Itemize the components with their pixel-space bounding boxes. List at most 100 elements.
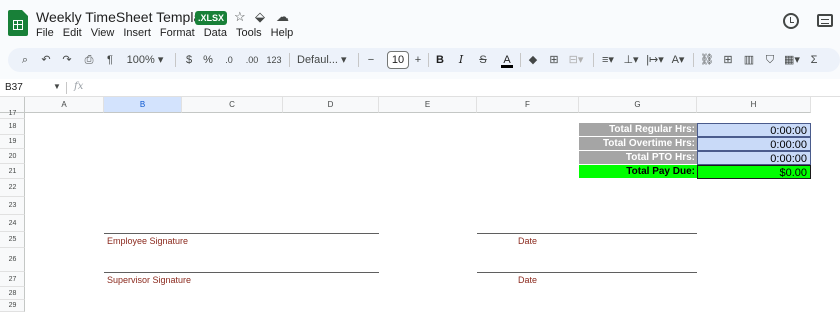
chevron-down-icon[interactable]: ▼ bbox=[53, 82, 61, 91]
employee-signature-line bbox=[104, 233, 379, 234]
formula-bar: B37 ▼ fx bbox=[0, 79, 840, 97]
toolbar: ⌕ ↶ ↷ ⎙ ¶ 100% ▾ $ % .0 .00 123 Defaul..… bbox=[8, 48, 840, 72]
employee-date-line bbox=[477, 233, 697, 234]
bold-button[interactable]: B bbox=[435, 52, 445, 68]
increase-decimal-button[interactable]: .00 bbox=[244, 52, 260, 68]
row-header-22[interactable]: 22 bbox=[0, 179, 25, 197]
row-header-24[interactable]: 24 bbox=[0, 215, 25, 232]
supervisor-signature-label: Supervisor Signature bbox=[107, 275, 192, 285]
undo-icon[interactable]: ↶ bbox=[40, 52, 52, 68]
supervisor-date-line bbox=[477, 272, 697, 273]
column-header-d[interactable]: D bbox=[283, 97, 379, 113]
toolbar-divider bbox=[693, 53, 694, 67]
file-type-badge: .XLSX bbox=[195, 11, 228, 25]
column-header-e[interactable]: E bbox=[379, 97, 477, 113]
filter-views-icon[interactable]: ▦▾ bbox=[782, 52, 802, 68]
fx-icon: fx bbox=[74, 81, 84, 92]
formula-divider bbox=[66, 82, 67, 94]
font-family-select[interactable]: Defaul... ▾ bbox=[297, 52, 353, 68]
sheets-logo-icon[interactable] bbox=[8, 10, 28, 36]
total-pto-hours-label: Total PTO Hrs: bbox=[579, 151, 697, 165]
total-overtime-hours-value[interactable]: 0:00:00 bbox=[697, 137, 811, 151]
decrease-decimal-button[interactable]: .0 bbox=[222, 52, 236, 68]
vertical-align-icon[interactable]: ⊥▾ bbox=[622, 52, 640, 68]
insert-comment-icon[interactable]: ⊞ bbox=[721, 52, 735, 68]
name-box[interactable]: B37 bbox=[5, 82, 23, 93]
menu-edit[interactable]: Edit bbox=[63, 27, 82, 39]
toolbar-divider bbox=[358, 53, 359, 67]
total-overtime-hours-label: Total Overtime Hrs: bbox=[579, 137, 697, 151]
cloud-status-icon[interactable]: ☁ bbox=[276, 9, 289, 25]
title-bar: Weekly TimeSheet Template .XLSX ☆ ⬙ ☁ Fi… bbox=[0, 0, 840, 44]
currency-format-button[interactable]: $ bbox=[184, 52, 194, 68]
number-format-button[interactable]: 123 bbox=[266, 52, 282, 68]
row-header-29[interactable]: 29 bbox=[0, 300, 25, 312]
employee-signature-label: Employee Signature bbox=[107, 236, 189, 246]
row-header-20[interactable]: 20 bbox=[0, 149, 25, 164]
total-pto-hours-value[interactable]: 0:00:00 bbox=[697, 151, 811, 165]
row-header-28[interactable]: 28 bbox=[0, 287, 25, 300]
merge-cells-icon[interactable]: ⊟▾ bbox=[567, 52, 585, 68]
total-pay-due-value[interactable]: $0.00 bbox=[697, 165, 811, 179]
row-header-27[interactable]: 27 bbox=[0, 272, 25, 287]
row-header-26[interactable]: 26 bbox=[0, 248, 25, 272]
print-icon[interactable]: ⎙ bbox=[82, 52, 96, 68]
total-pay-due-label: Total Pay Due: bbox=[579, 165, 697, 179]
text-color-swatch bbox=[501, 65, 513, 68]
row-header-25[interactable]: 25 bbox=[0, 232, 25, 248]
borders-icon[interactable]: ⊞ bbox=[548, 52, 560, 68]
row-header-23[interactable]: 23 bbox=[0, 197, 25, 215]
toolbar-divider bbox=[289, 53, 290, 67]
column-header-a[interactable]: A bbox=[25, 97, 104, 113]
column-header-c[interactable]: C bbox=[182, 97, 283, 113]
supervisor-signature-line bbox=[104, 272, 379, 273]
fill-color-icon[interactable]: ◆ bbox=[527, 52, 539, 68]
menu-tools[interactable]: Tools bbox=[236, 27, 262, 39]
comments-icon[interactable] bbox=[817, 14, 833, 27]
star-icon[interactable]: ☆ bbox=[234, 9, 246, 25]
total-regular-hours-label: Total Regular Hrs: bbox=[579, 123, 697, 137]
menu-data[interactable]: Data bbox=[204, 27, 227, 39]
menu-insert[interactable]: Insert bbox=[123, 27, 151, 39]
filter-icon[interactable]: ⛉ bbox=[763, 52, 777, 68]
text-rotation-icon[interactable]: A▾ bbox=[669, 52, 687, 68]
employee-date-label: Date bbox=[518, 236, 538, 246]
redo-icon[interactable]: ↷ bbox=[61, 52, 73, 68]
italic-button[interactable]: I bbox=[456, 52, 466, 68]
toolbar-divider bbox=[428, 53, 429, 67]
insert-link-icon[interactable]: ⛓ bbox=[700, 52, 714, 68]
toolbar-divider bbox=[593, 53, 594, 67]
column-header-b[interactable]: B bbox=[104, 97, 182, 113]
spreadsheet-grid[interactable]: A B C D E F G H 17 18 19 20 21 22 23 24 … bbox=[0, 97, 840, 312]
supervisor-date-label: Date bbox=[518, 275, 538, 285]
toolbar-divider bbox=[520, 53, 521, 67]
toolbar-divider bbox=[175, 53, 176, 67]
total-regular-hours-value[interactable]: 0:00:00 bbox=[697, 123, 811, 137]
column-header-h[interactable]: H bbox=[697, 97, 811, 113]
strikethrough-icon[interactable]: S bbox=[477, 52, 489, 68]
zoom-select[interactable]: 100% ▾ bbox=[125, 52, 165, 68]
horizontal-align-icon[interactable]: ≡▾ bbox=[599, 52, 617, 68]
paint-format-icon[interactable]: ¶ bbox=[104, 52, 116, 68]
version-history-icon[interactable] bbox=[783, 13, 799, 29]
column-header-f[interactable]: F bbox=[477, 97, 579, 113]
menu-view[interactable]: View bbox=[91, 27, 115, 39]
menu-bar: File Edit View Insert Format Data Tools … bbox=[36, 27, 293, 39]
text-wrapping-icon[interactable]: |↦▾ bbox=[645, 52, 665, 68]
menu-format[interactable]: Format bbox=[160, 27, 195, 39]
row-header-21[interactable]: 21 bbox=[0, 164, 25, 179]
move-to-folder-icon[interactable]: ⬙ bbox=[255, 9, 265, 25]
column-header-g[interactable]: G bbox=[579, 97, 697, 113]
functions-icon[interactable]: Σ bbox=[808, 52, 820, 68]
row-header-19[interactable]: 19 bbox=[0, 135, 25, 149]
row-header-18[interactable]: 18 bbox=[0, 119, 25, 135]
document-title[interactable]: Weekly TimeSheet Template bbox=[36, 9, 213, 25]
increase-font-size-button[interactable]: + bbox=[413, 52, 423, 68]
percent-format-button[interactable]: % bbox=[203, 52, 213, 68]
font-size-input[interactable]: 10 bbox=[387, 51, 409, 69]
menu-file[interactable]: File bbox=[36, 27, 54, 39]
menu-help[interactable]: Help bbox=[271, 27, 294, 39]
search-menus-icon[interactable]: ⌕ bbox=[19, 52, 31, 68]
decrease-font-size-button[interactable]: − bbox=[366, 52, 376, 68]
insert-chart-icon[interactable]: ▥ bbox=[742, 52, 756, 68]
